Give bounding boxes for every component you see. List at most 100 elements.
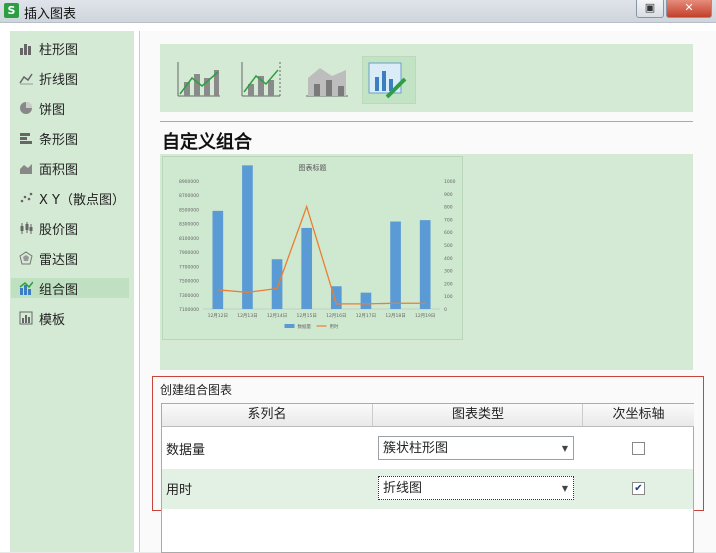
radar-chart-icon — [19, 251, 33, 265]
custom-combo-thumbnail[interactable] — [362, 56, 416, 104]
y2-tick-label: 800 — [444, 205, 453, 211]
chart-title: 图表标题 — [299, 163, 327, 172]
col-header-secondary-axis: 次坐标轴 — [582, 404, 694, 427]
divider — [160, 121, 693, 122]
chevron-down-icon: ▼ — [561, 444, 568, 453]
sidebar-item-label: X Y（散点图） — [39, 192, 125, 208]
y-tick-label: 8100000 — [179, 236, 199, 242]
y2-tick-label: 400 — [444, 256, 453, 262]
y-tick-label: 8300000 — [179, 222, 199, 228]
sidebar-item-label: 组合图 — [39, 282, 79, 298]
close-window-button[interactable]: ✕ — [666, 0, 712, 18]
sidebar-item[interactable]: 柱形图 — [11, 38, 129, 58]
column-line-icon — [177, 62, 220, 97]
table-row: 数据量 簇状柱形图 ▼ — [162, 429, 693, 469]
sidebar-item-label: 柱形图 — [39, 42, 79, 58]
select-value: 折线图 — [383, 481, 423, 496]
y-tick-label: 8900000 — [179, 179, 199, 185]
custom-combo-icon — [368, 62, 407, 99]
x-tick-label: 12月17日 — [356, 313, 376, 319]
bar — [419, 220, 431, 309]
sidebar-item-label: 条形图 — [39, 132, 79, 148]
sidebar-item[interactable]: 雷达图 — [11, 248, 129, 268]
secondary-axis-checkbox[interactable] — [632, 442, 645, 455]
section-title: 自定义组合 — [162, 132, 252, 153]
sidebar-item[interactable]: 条形图 — [11, 128, 129, 148]
y2-tick-label: 500 — [444, 243, 453, 249]
y2-tick-label: 300 — [444, 269, 453, 275]
restore-window-button[interactable]: ▣ — [636, 0, 664, 18]
sidebar-item-label: 饼图 — [39, 102, 66, 118]
combo-subtype-gallery — [160, 44, 693, 112]
x-tick-label: 12月16日 — [326, 313, 346, 319]
y-tick-label: 7500000 — [179, 279, 199, 285]
sidebar-item-label: 面积图 — [39, 162, 79, 178]
secondary-axis-checkbox[interactable]: ✔ — [632, 482, 645, 495]
y2-tick-label: 600 — [444, 230, 453, 236]
bar — [301, 227, 313, 309]
combo-subtype-1-thumbnail[interactable] — [174, 56, 224, 102]
legend-label: 数据量 — [298, 323, 312, 330]
bar — [242, 165, 253, 309]
stock-chart-icon — [20, 222, 33, 234]
y2-tick-label: 900 — [444, 192, 453, 198]
chart-type-select[interactable]: 折线图 ▼ — [378, 476, 574, 500]
area-chart-icon — [20, 164, 32, 174]
y2-tick-label: 1000 — [444, 179, 456, 185]
x-tick-label: 12月14日 — [267, 313, 287, 319]
y2-tick-label: 0 — [444, 307, 447, 313]
combo-subtype-3-thumbnail[interactable] — [302, 56, 352, 102]
col-header-series-name: 系列名 — [162, 404, 372, 427]
sidebar-item[interactable]: 组合图 — [11, 278, 129, 298]
app-logo-icon: S — [4, 3, 19, 18]
bar — [360, 292, 372, 309]
col-header-chart-type: 图表类型 — [372, 404, 583, 427]
pie-chart-icon — [20, 102, 32, 114]
series-name: 用时 — [166, 483, 193, 498]
bar — [271, 259, 283, 309]
sidebar-item-label: 雷达图 — [39, 252, 79, 268]
create-combo-label: 创建组合图表 — [160, 383, 233, 397]
y2-tick-label: 200 — [444, 281, 453, 287]
combo-subtype-2-thumbnail[interactable] — [238, 56, 288, 102]
combo-chart-icon — [19, 281, 33, 295]
template-icon — [19, 311, 33, 325]
sidebar-item[interactable]: 面积图 — [11, 158, 129, 178]
series-table: 系列名 图表类型 次坐标轴 数据量 簇状柱形图 ▼ 用时 折线图 ▼ ✔ — [161, 403, 694, 553]
column-chart-icon — [20, 44, 31, 55]
table-row: 用时 折线图 ▼ ✔ — [162, 469, 693, 509]
x-tick-label: 12月15日 — [296, 313, 316, 319]
title-bar: S 插入图表 ▣ ✕ — [0, 0, 716, 23]
series-name: 数据量 — [166, 443, 206, 458]
chevron-down-icon: ▼ — [561, 484, 568, 493]
legend-label: 用时 — [330, 323, 339, 330]
select-value: 簇状柱形图 — [383, 441, 449, 456]
window-title: 插入图表 — [24, 7, 77, 22]
sidebar-item[interactable]: 模板 — [11, 308, 129, 328]
y-tick-label: 8500000 — [179, 207, 199, 213]
sidebar-item[interactable]: 饼图 — [11, 98, 129, 118]
chart-preview: 图表标题 7100000 7300000 7500000 7700000 7900000 8… — [162, 156, 463, 340]
line-chart-icon — [19, 73, 33, 85]
sidebar-item-label: 模板 — [39, 312, 66, 328]
x-tick-label: 12月12日 — [208, 313, 228, 319]
x-tick-label: 12月18日 — [385, 313, 405, 319]
sidebar-item[interactable]: 股价图 — [11, 218, 129, 238]
area-column-icon — [306, 68, 348, 97]
x-tick-label: 12月13日 — [237, 313, 257, 319]
scatter-chart-icon — [20, 192, 33, 203]
y-tick-label: 7700000 — [179, 264, 199, 270]
y-tick-label: 8700000 — [179, 193, 199, 199]
x-tick-label: 12月19日 — [415, 313, 435, 319]
y-tick-label: 7900000 — [179, 250, 199, 256]
column-line-secondary-icon — [241, 62, 281, 97]
y2-tick-label: 700 — [444, 217, 453, 223]
sidebar-item-label: 折线图 — [39, 72, 79, 88]
sidebar-item[interactable]: X Y（散点图） — [11, 188, 129, 208]
legend-swatch-bar — [284, 324, 295, 328]
bar — [212, 210, 224, 309]
y2-tick-label: 100 — [444, 294, 453, 300]
combo-chart: 图表标题 7100000 7300000 7500000 7700000 7900000 8… — [179, 163, 456, 330]
chart-type-select[interactable]: 簇状柱形图 ▼ — [378, 436, 574, 460]
sidebar-item[interactable]: 折线图 — [11, 68, 129, 88]
